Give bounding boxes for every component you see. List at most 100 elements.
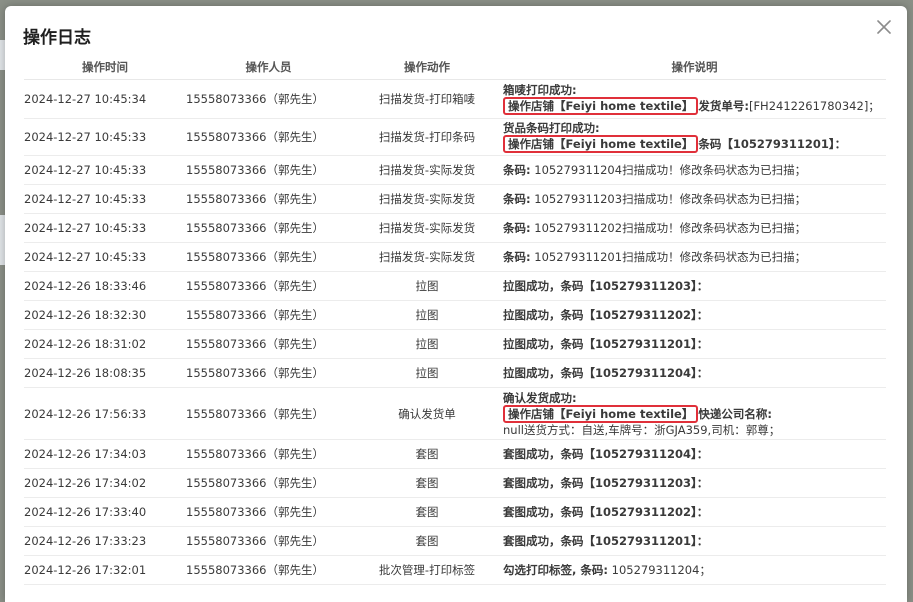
description-text: 套图成功，条码【105279311202】： — [503, 505, 709, 519]
description-text: 套图成功，条码【105279311204】： — [503, 447, 709, 461]
table-header-row: 操作时间 操作人员 操作动作 操作说明 — [24, 55, 886, 80]
description-text: 条码【105279311201】： — [698, 137, 847, 151]
cell-description: 拉图成功，条码【105279311204】： — [503, 358, 886, 388]
cell-operator: 15558073366（郭先生） — [186, 184, 351, 214]
description-text: 条码: — [503, 163, 531, 177]
cell-action: 确认发货单 — [351, 387, 503, 440]
table-row: 2024-12-26 17:34:02 15558073366（郭先生） 套图 套图成… — [24, 468, 886, 498]
cell-description: 套图成功，条码【105279311203】： — [503, 468, 886, 498]
description-line: 套图成功，条码【105279311202】： — [503, 505, 886, 519]
store-highlight-label: 操作店铺【Feiyi home textile】 — [503, 97, 699, 115]
cell-action: 扫描发货-实际发货 — [351, 242, 503, 272]
column-header-operator: 操作人员 — [186, 55, 351, 80]
cell-operation-time: 2024-12-26 17:32:01 — [24, 555, 186, 585]
table-row: 2024-12-27 10:45:33 15558073366（郭先生） 扫描发货-… — [24, 242, 886, 272]
cell-operation-time: 2024-12-27 10:45:33 — [24, 213, 186, 243]
table-row: 2024-12-27 10:45:33 15558073366（郭先生） 扫描发货-… — [24, 155, 886, 185]
description-line: 拉图成功，条码【105279311203】： — [503, 279, 886, 293]
table-row: 2024-12-26 18:33:46 15558073366（郭先生） 拉图 拉图成… — [24, 271, 886, 301]
description-text: 勾选打印标签, 条码: — [503, 563, 608, 577]
table-row: 2024-12-26 17:33:23 15558073366（郭先生） 套图 套图成… — [24, 526, 886, 556]
cell-action: 拉图 — [351, 358, 503, 388]
operation-log-dialog: 操作日志 操作时间 操作人员 操作动作 操作说明 2024-12-27 10:4… — [5, 6, 907, 602]
description-line: 条码: 105279311204扫描成功！修改条码状态为已扫描； — [503, 163, 886, 177]
description-text: 105279311202扫描成功！修改条码状态为已扫描； — [530, 221, 807, 235]
description-text: 105279311201扫描成功！修改条码状态为已扫描； — [530, 250, 807, 264]
description-text: 确认发货成功: — [503, 390, 577, 405]
description-text: 套图成功，条码【105279311203】： — [503, 476, 709, 490]
description-text: [FH2412261780342]； — [748, 99, 880, 113]
table-row: 2024-12-27 10:45:33 15558073366（郭先生） 扫描发货-… — [24, 118, 886, 156]
log-table-body: 2024-12-27 10:45:34 15558073366（郭先生） 扫描发货-… — [24, 79, 886, 585]
cell-description: 条码: 105279311202扫描成功！修改条码状态为已扫描； — [503, 213, 886, 243]
log-table: 操作时间 操作人员 操作动作 操作说明 2024-12-27 10:45:34 1… — [24, 55, 886, 585]
table-row: 2024-12-26 18:32:30 15558073366（郭先生） 拉图 拉图成… — [24, 300, 886, 330]
cell-operation-time: 2024-12-26 17:34:03 — [24, 439, 186, 469]
description-line: 货品条码打印成功: — [503, 121, 886, 135]
cell-operator: 15558073366（郭先生） — [186, 387, 351, 440]
table-row: 2024-12-26 18:31:02 15558073366（郭先生） 拉图 拉图成… — [24, 329, 886, 359]
cell-operation-time: 2024-12-27 10:45:33 — [24, 242, 186, 272]
table-row: 2024-12-27 10:45:33 15558073366（郭先生） 扫描发货-… — [24, 184, 886, 214]
cell-operation-time: 2024-12-27 10:45:33 — [24, 155, 186, 185]
table-row: 2024-12-27 10:45:33 15558073366（郭先生） 扫描发货-… — [24, 213, 886, 243]
description-line: 操作店铺【Feiyi home textile】 发货单号:[FH24122617… — [503, 97, 886, 115]
cell-description: 箱唛打印成功: 操作店铺【Feiyi home textile】 发货单号:[FH2… — [503, 79, 886, 119]
cell-description: 勾选打印标签, 条码: 105279311204； — [503, 555, 886, 585]
cell-operator: 15558073366（郭先生） — [186, 329, 351, 359]
description-text: 条码: — [503, 192, 531, 206]
table-row: 2024-12-26 18:08:35 15558073366（郭先生） 拉图 拉图成… — [24, 358, 886, 388]
cell-operation-time: 2024-12-27 10:45:34 — [24, 79, 186, 119]
cell-operation-time: 2024-12-26 18:31:02 — [24, 329, 186, 359]
description-line: 确认发货成功: — [503, 391, 886, 405]
cell-operator: 15558073366（郭先生） — [186, 526, 351, 556]
close-icon — [877, 20, 891, 34]
cell-operation-time: 2024-12-26 17:56:33 — [24, 387, 186, 440]
description-text: 快递公司名称: — [698, 406, 772, 421]
description-text: 拉图成功，条码【105279311204】： — [503, 366, 709, 380]
column-header-action: 操作动作 — [351, 55, 503, 80]
cell-operator: 15558073366（郭先生） — [186, 555, 351, 585]
close-button[interactable] — [873, 16, 895, 38]
description-text: 条码: — [503, 250, 531, 264]
cell-operator: 15558073366（郭先生） — [186, 439, 351, 469]
description-text: null送货方式：自送,车牌号：浙GJA359,司机：郭尊； — [503, 422, 781, 437]
description-line: 条码: 105279311201扫描成功！修改条码状态为已扫描； — [503, 250, 886, 264]
cell-operation-time: 2024-12-26 18:08:35 — [24, 358, 186, 388]
cell-operation-time: 2024-12-26 17:34:02 — [24, 468, 186, 498]
cell-action: 扫描发货-实际发货 — [351, 184, 503, 214]
description-line: 套图成功，条码【105279311203】： — [503, 476, 886, 490]
description-text: 套图成功，条码【105279311201】： — [503, 534, 709, 548]
description-line: 拉图成功，条码【105279311204】： — [503, 366, 886, 380]
cell-action: 拉图 — [351, 300, 503, 330]
cell-action: 扫描发货-实际发货 — [351, 213, 503, 243]
column-header-description: 操作说明 — [503, 55, 886, 80]
cell-operation-time: 2024-12-27 10:45:33 — [24, 118, 186, 156]
cell-description: 套图成功，条码【105279311201】： — [503, 526, 886, 556]
cell-action: 套图 — [351, 497, 503, 527]
cell-action: 批次管理-打印标签 — [351, 555, 503, 585]
table-row: 2024-12-26 17:56:33 15558073366（郭先生） 确认发货单… — [24, 387, 886, 440]
cell-action: 拉图 — [351, 329, 503, 359]
table-row: 2024-12-26 17:34:03 15558073366（郭先生） 套图 套图成… — [24, 439, 886, 469]
description-line: 套图成功，条码【105279311201】： — [503, 534, 886, 548]
description-text: 105279311204； — [607, 563, 711, 577]
cell-description: 拉图成功，条码【105279311201】： — [503, 329, 886, 359]
description-line: 拉图成功，条码【105279311202】： — [503, 308, 886, 322]
cell-description: 货品条码打印成功: 操作店铺【Feiyi home textile】 条码【1052… — [503, 118, 886, 156]
cell-action: 扫描发货-打印条码 — [351, 118, 503, 156]
description-text: 105279311204扫描成功！修改条码状态为已扫描； — [530, 163, 807, 177]
table-row: 2024-12-26 17:33:40 15558073366（郭先生） 套图 套图成… — [24, 497, 886, 527]
cell-description: 套图成功，条码【105279311204】： — [503, 439, 886, 469]
cell-action: 套图 — [351, 468, 503, 498]
description-line: 操作店铺【Feiyi home textile】 快递公司名称: — [503, 404, 886, 423]
cell-operator: 15558073366（郭先生） — [186, 300, 351, 330]
cell-description: 拉图成功，条码【105279311202】： — [503, 300, 886, 330]
column-header-time: 操作时间 — [24, 55, 186, 80]
cell-operation-time: 2024-12-26 17:33:23 — [24, 526, 186, 556]
description-text: 条码: — [503, 221, 531, 235]
description-text: 105279311203扫描成功！修改条码状态为已扫描； — [530, 192, 807, 206]
description-text: 发货单号: — [698, 99, 749, 113]
cell-action: 扫描发货-打印箱唛 — [351, 79, 503, 119]
cell-operator: 15558073366（郭先生） — [186, 497, 351, 527]
